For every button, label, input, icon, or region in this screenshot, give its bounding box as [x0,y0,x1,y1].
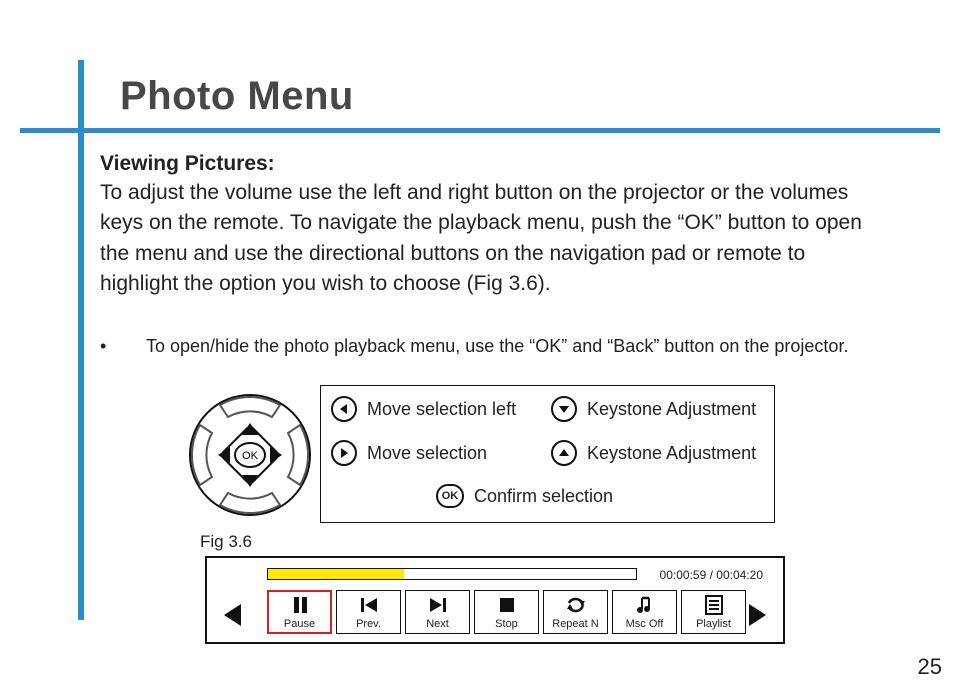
music-button[interactable]: Msc Off [612,590,677,634]
arrow-up-icon [551,440,577,466]
bullet-marker: • [100,336,106,357]
music-label: Msc Off [626,618,664,630]
time-display: 00:00:59 / 00:04:20 [660,568,763,582]
stop-button[interactable]: Stop [474,590,539,634]
section-heading: Viewing Pictures: [100,152,880,176]
page-number: 25 [918,654,942,680]
legend-left-label: Move selection left [367,399,516,420]
playlist-button[interactable]: Playlist [681,590,746,634]
legend-right-label: Move selection [367,443,487,464]
next-icon [428,595,448,615]
legend-ok-label: Confirm selection [474,486,613,507]
repeat-button[interactable]: Repeat N [543,590,608,634]
legend-box: Move selection left Move selection Keyst… [320,385,775,523]
vertical-rule [78,60,84,620]
section-body: To adjust the volume use the left and ri… [100,178,880,300]
stop-icon [497,595,517,615]
page-title: Photo Menu [120,74,354,119]
scroll-right-icon[interactable] [747,602,769,633]
progress-track[interactable] [267,568,637,580]
figure-label: Fig 3.6 [200,532,252,552]
playback-bar: 00:00:59 / 00:04:20 Pause Prev. Next Stop Re… [205,556,785,644]
prev-button[interactable]: Prev. [336,590,401,634]
legend-up-label: Keystone Adjustment [587,443,756,464]
arrow-right-icon [331,440,357,466]
prev-label: Prev. [356,618,381,630]
next-label: Next [426,618,449,630]
progress-fill [268,569,404,579]
legend-down-label: Keystone Adjustment [587,399,756,420]
pause-label: Pause [284,618,315,630]
arrow-left-icon [331,396,357,422]
horizontal-rule [20,128,940,133]
playlist-label: Playlist [696,618,731,630]
next-button[interactable]: Next [405,590,470,634]
arrow-down-icon [551,396,577,422]
playback-buttons: Pause Prev. Next Stop Repeat N Msc Off Playlis… [267,590,746,634]
repeat-label: Repeat N [552,618,598,630]
music-icon [635,595,655,615]
pause-button[interactable]: Pause [267,590,332,634]
navigation-pad-figure: OK [180,385,320,525]
prev-icon [359,595,379,615]
ok-icon: OK [436,484,464,508]
playlist-icon [705,595,723,615]
repeat-icon [565,595,587,615]
bullet-text: To open/hide the photo playback menu, us… [146,336,926,357]
pause-icon [290,595,310,615]
navpad-ok-label: OK [242,450,259,462]
scroll-left-icon[interactable] [221,602,243,633]
stop-label: Stop [495,618,518,630]
